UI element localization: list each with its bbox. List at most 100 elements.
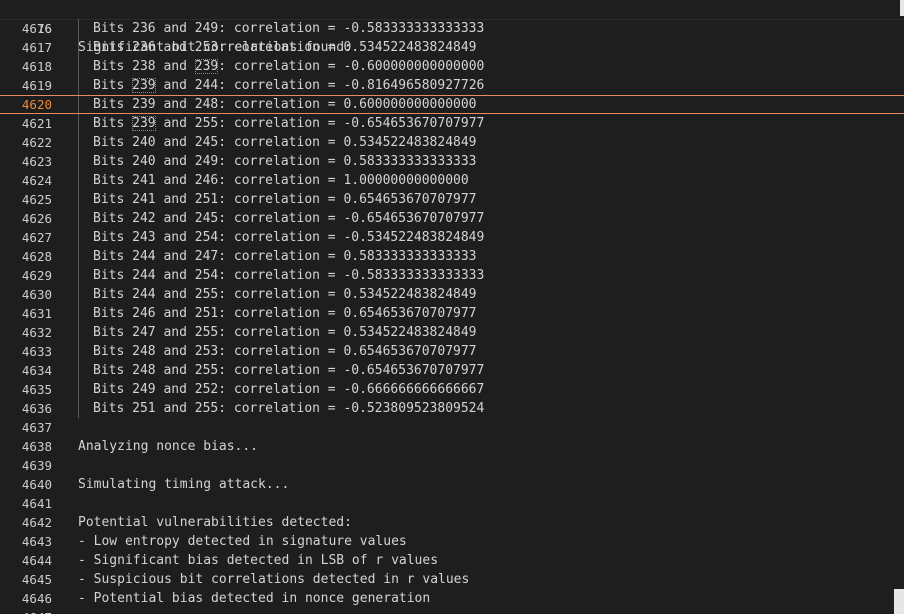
line-text: Bits 242 and 245: correlation = -0.65465… [93, 209, 484, 228]
line-number: 4636 [21, 401, 52, 416]
line-list: 4616 Bits 236 and 249: correlation = -0.5… [0, 19, 904, 614]
line-number: 4642 [21, 515, 52, 530]
text-segment: Bits 244 and 247: correlation = 0.583333… [93, 249, 477, 264]
code-line[interactable]: 4646 - Potential bias detected in nonce g… [0, 589, 904, 608]
line-number: 4624 [21, 173, 52, 188]
line-number: 4645 [21, 572, 52, 587]
code-line[interactable]: 4638 Analyzing nonce bias... [0, 437, 904, 456]
line-text: Bits 239 and 255: correlation = -0.65465… [93, 114, 484, 133]
line-number: 4628 [21, 249, 52, 264]
code-line[interactable]: 4633 Bits 248 and 253: correlation = 0.65… [0, 342, 904, 361]
code-line[interactable]: 4618 Bits 238 and 239: correlation = -0.6… [0, 57, 904, 76]
line-number: 4641 [21, 496, 52, 511]
indent-guide [78, 209, 79, 228]
line-number: 4627 [21, 230, 52, 245]
output-editor[interactable]: 76 Significant bit correlations found: 4… [0, 0, 904, 614]
indent-guide [78, 190, 79, 209]
sticky-scroll-line[interactable]: 76 Significant bit correlations found: [0, 0, 904, 55]
line-number: 4632 [21, 325, 52, 340]
line-text: Bits 251 and 255: correlation = -0.52380… [93, 399, 484, 418]
code-line[interactable]: 4624 Bits 241 and 246: correlation = 1.00… [0, 171, 904, 190]
code-line[interactable]: 4628 Bits 244 and 247: correlation = 0.58… [0, 247, 904, 266]
indent-guide [78, 76, 79, 95]
line-text: - Potential bias detected in nonce gener… [78, 591, 431, 606]
line-text: Bits 239 and 244: correlation = -0.81649… [93, 76, 484, 95]
code-line[interactable]: 4643 - Low entropy detected in signature … [0, 532, 904, 551]
text-segment: Bits 238 and [93, 59, 195, 74]
code-line[interactable]: 4625 Bits 241 and 251: correlation = 0.65… [0, 190, 904, 209]
text-segment: Bits 239 and 248: correlation = 0.600000… [93, 97, 477, 112]
line-number: 4640 [21, 477, 52, 492]
code-line[interactable]: 4642 Potential vulnerabilities detected: [0, 513, 904, 532]
indent-guide [78, 304, 79, 323]
line-text: Bits 239 and 248: correlation = 0.600000… [93, 95, 477, 114]
indent-guide [78, 342, 79, 361]
code-line[interactable]: 4635 Bits 249 and 252: correlation = -0.6… [0, 380, 904, 399]
code-line[interactable]: 4644 - Significant bias detected in LSB o… [0, 551, 904, 570]
line-text: Analyzing nonce bias... [78, 439, 259, 454]
line-number: 4616 [21, 21, 52, 36]
line-number: 4618 [21, 59, 52, 74]
code-line[interactable]: 4645 - Suspicious bit correlations detect… [0, 570, 904, 589]
indent-guide [78, 95, 79, 114]
text-segment: Bits 251 and 255: correlation = -0.52380… [93, 401, 485, 416]
vertical-scrollbar[interactable] [890, 0, 904, 614]
line-number: 4634 [21, 363, 52, 378]
text-segment: Bits 248 and 253: correlation = 0.654653… [93, 344, 477, 359]
text-segment: Bits 236 and 253: correlation = 0.534522… [93, 40, 477, 55]
code-line[interactable]: 4637 [0, 418, 904, 437]
code-line[interactable]: 4621 Bits 239 and 255: correlation = -0.6… [0, 114, 904, 133]
text-segment: Bits 240 and 249: correlation = 0.583333… [93, 154, 477, 169]
code-line[interactable]: 4622 Bits 240 and 245: correlation = 0.53… [0, 133, 904, 152]
code-line[interactable]: 4647 [0, 608, 904, 614]
code-line[interactable]: 4620 Bits 239 and 248: correlation = 0.60… [0, 95, 904, 114]
line-text: Bits 236 and 253: correlation = 0.534522… [93, 38, 477, 57]
code-line[interactable]: 4636 Bits 251 and 255: correlation = -0.5… [0, 399, 904, 418]
line-number: 4619 [21, 78, 52, 93]
code-line[interactable]: 4630 Bits 244 and 255: correlation = 0.53… [0, 285, 904, 304]
text-segment: Bits 240 and 245: correlation = 0.534522… [93, 135, 477, 150]
indent-guide [78, 323, 79, 342]
line-number: 4623 [21, 154, 52, 169]
line-text: Bits 244 and 254: correlation = -0.58333… [93, 266, 484, 285]
line-text: - Suspicious bit correlations detected i… [78, 572, 470, 587]
code-line[interactable]: 4619 Bits 239 and 244: correlation = -0.8… [0, 76, 904, 95]
line-number: 4637 [21, 420, 52, 435]
scrollbar-thumb[interactable] [894, 589, 904, 614]
line-number: 4620 [21, 97, 52, 112]
text-segment: Bits 248 and 255: correlation = -0.65465… [93, 363, 485, 378]
text-segment: Bits 247 and 255: correlation = 0.534522… [93, 325, 477, 340]
code-line[interactable]: 4623 Bits 240 and 249: correlation = 0.58… [0, 152, 904, 171]
text-segment: Bits [93, 78, 133, 93]
indent-guide [78, 133, 79, 152]
line-number: 4621 [21, 116, 52, 131]
code-line[interactable]: 4616 Bits 236 and 249: correlation = -0.5… [0, 19, 904, 38]
code-line[interactable]: 4629 Bits 244 and 254: correlation = -0.5… [0, 266, 904, 285]
code-line[interactable]: 4640 Simulating timing attack... [0, 475, 904, 494]
code-line[interactable]: 4617 Bits 236 and 253: correlation = 0.53… [0, 38, 904, 57]
line-number: 4630 [21, 287, 52, 302]
indent-guide [78, 114, 79, 133]
line-number: 4643 [21, 534, 52, 549]
code-line[interactable]: 4627 Bits 243 and 254: correlation = -0.5… [0, 228, 904, 247]
text-segment: Bits 249 and 252: correlation = -0.66666… [93, 382, 485, 397]
code-line[interactable]: 4639 [0, 456, 904, 475]
line-text: - Significant bias detected in LSB of r … [78, 553, 439, 568]
line-text: Bits 243 and 254: correlation = -0.53452… [93, 228, 484, 247]
line-text: Bits 249 and 252: correlation = -0.66666… [93, 380, 484, 399]
line-number: 4622 [21, 135, 52, 150]
line-number: 4646 [21, 591, 52, 606]
code-line[interactable]: 4632 Bits 247 and 255: correlation = 0.53… [0, 323, 904, 342]
code-line[interactable]: 4634 Bits 248 and 255: correlation = -0.6… [0, 361, 904, 380]
word-highlight: 239 [132, 78, 156, 93]
line-number: 4633 [21, 344, 52, 359]
text-segment: Bits 244 and 255: correlation = 0.534522… [93, 287, 477, 302]
code-line[interactable]: 4626 Bits 242 and 245: correlation = -0.6… [0, 209, 904, 228]
text-segment: Bits 241 and 251: correlation = 0.654653… [93, 192, 477, 207]
code-line[interactable]: 4641 [0, 494, 904, 513]
code-line[interactable]: 4631 Bits 246 and 251: correlation = 0.65… [0, 304, 904, 323]
line-number: 4647 [0, 608, 52, 614]
indent-guide [78, 380, 79, 399]
text-segment: Bits 236 and 249: correlation = -0.58333… [93, 21, 485, 36]
indent-guide [78, 57, 79, 76]
